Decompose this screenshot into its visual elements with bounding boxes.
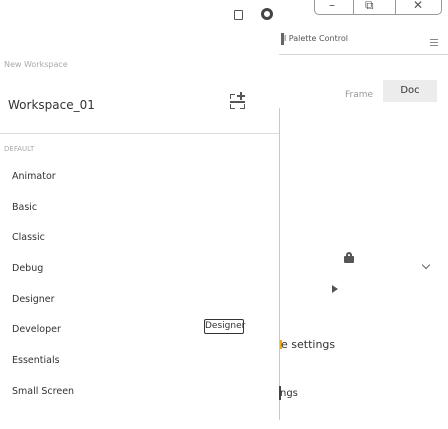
divider — [278, 54, 448, 55]
designer-badge: Designer — [204, 319, 245, 334]
workspace-item-animator[interactable]: Animator — [0, 162, 279, 193]
divider — [0, 133, 279, 134]
tab-doc[interactable]: Doc — [383, 80, 437, 102]
window-controls: – ⧉ ✕ — [314, 0, 442, 15]
workspace-item-small-screen[interactable]: Small Screen — [0, 377, 279, 408]
close-button[interactable]: ✕ — [413, 0, 423, 12]
settings-label-fragment: ngs — [280, 388, 298, 399]
workspace-item-basic[interactable]: Basic — [0, 193, 279, 224]
chevron-down-icon[interactable] — [421, 260, 431, 270]
menu-icon[interactable] — [430, 39, 438, 46]
palette-label: l Palette Control — [284, 34, 348, 43]
frame-tool-icon[interactable] — [234, 10, 243, 20]
current-workspace-name[interactable]: Workspace_01 — [8, 98, 95, 112]
section-heading-default: DEFAULT — [4, 145, 35, 153]
workspace-item-debug[interactable]: Debug — [0, 254, 279, 285]
lock-icon[interactable] — [344, 252, 354, 263]
settings-label: e settings — [281, 338, 336, 351]
workspace-item-essentials[interactable]: Essentials — [0, 346, 279, 377]
play-icon[interactable] — [332, 285, 338, 293]
circle-tool-icon[interactable] — [261, 8, 273, 20]
workspace-item-classic[interactable]: Classic — [0, 223, 279, 254]
workspace-dropdown: New Workspace Workspace_01 DEFAULT Anima… — [0, 50, 279, 429]
restore-button[interactable]: ⧉ — [365, 0, 374, 13]
tab-frame[interactable]: Frame — [345, 90, 373, 100]
panel-border — [279, 108, 280, 420]
workspace-list: Animator Basic Classic Debug Designer De… — [0, 162, 279, 408]
new-workspace-label[interactable]: New Workspace — [4, 60, 68, 69]
minimize-button[interactable]: – — [329, 0, 335, 12]
workspace-item-designer[interactable]: Designer — [0, 285, 279, 316]
save-workspace-icon[interactable] — [230, 92, 245, 110]
